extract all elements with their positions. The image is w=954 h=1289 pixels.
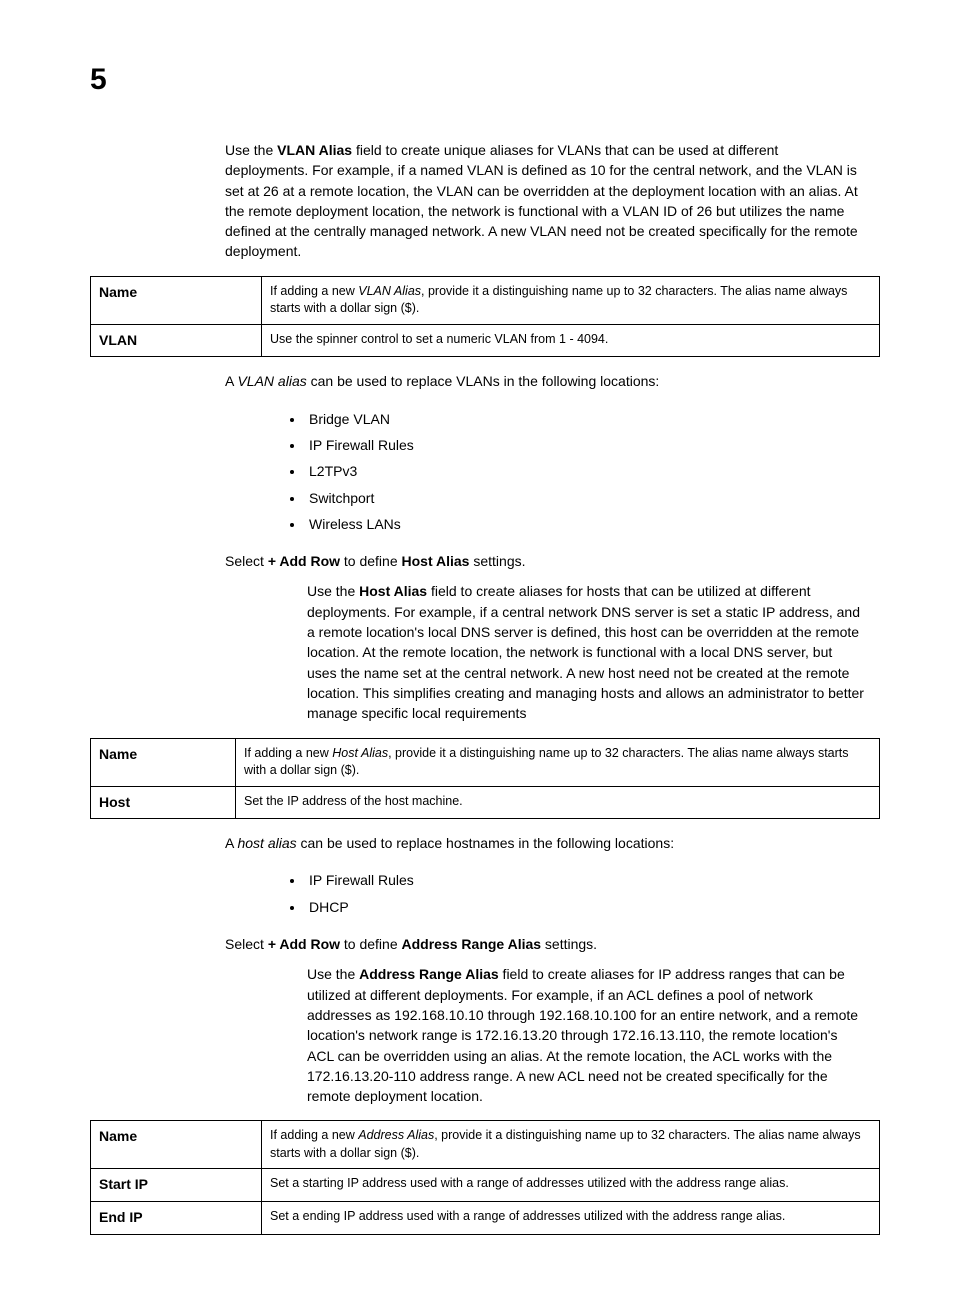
vlan-alias-intro: Use the VLAN Alias field to create uniqu… <box>225 140 864 262</box>
text: Use the <box>307 966 359 982</box>
vlan-locations-list: Bridge VLAN IP Firewall Rules L2TPv3 Swi… <box>225 406 864 537</box>
list-item: IP Firewall Rules <box>305 432 864 458</box>
cell-desc-vlan: Use the spinner control to set a numeric… <box>262 324 880 357</box>
content-body: Use the VLAN Alias field to create uniqu… <box>225 140 864 1235</box>
text-italic: Host Alias <box>332 746 388 760</box>
page: 5 Use the VLAN Alias field to create uni… <box>0 0 954 1289</box>
list-item: Wireless LANs <box>305 511 864 537</box>
text: field to create aliases for hosts that c… <box>307 583 864 721</box>
cell-desc-start-ip: Set a starting IP address used with a ra… <box>262 1169 880 1202</box>
cell-label-end-ip: End IP <box>91 1201 262 1234</box>
text-italic: VLAN Alias <box>358 284 421 298</box>
address-range-select-line: Select + Add Row to define Address Range… <box>225 934 864 954</box>
text: to define <box>340 553 402 569</box>
text: to define <box>340 936 402 952</box>
text: can be used to replace VLANs in the foll… <box>307 373 660 389</box>
host-alias-select-line: Select + Add Row to define Host Alias se… <box>225 551 864 571</box>
list-item: Switchport <box>305 485 864 511</box>
host-locations-lead: A host alias can be used to replace host… <box>225 833 864 853</box>
chapter-number: 5 <box>90 58 107 102</box>
list-item: IP Firewall Rules <box>305 867 864 893</box>
text: Select <box>225 553 268 569</box>
host-alias-term: Host Alias <box>402 553 470 569</box>
list-item: DHCP <box>305 894 864 920</box>
text: Use the <box>307 583 359 599</box>
cell-label-vlan: VLAN <box>91 324 262 357</box>
text-italic: VLAN alias <box>237 373 306 389</box>
text: can be used to replace hostnames in the … <box>297 835 674 851</box>
text: settings. <box>469 553 525 569</box>
cell-desc-name: If adding a new Host Alias, provide it a… <box>236 738 880 786</box>
cell-desc-name: If adding a new Address Alias, provide i… <box>262 1121 880 1169</box>
address-range-alias-term: Address Range Alias <box>359 966 499 982</box>
table-row: Name If adding a new Host Alias, provide… <box>91 738 880 786</box>
cell-label-host: Host <box>91 786 236 819</box>
table-row: End IP Set a ending IP address used with… <box>91 1201 880 1234</box>
cell-label-name: Name <box>91 1121 262 1169</box>
text: settings. <box>541 936 597 952</box>
add-row-term: + Add Row <box>268 553 340 569</box>
cell-desc-host: Set the IP address of the host machine. <box>236 786 880 819</box>
cell-label-start-ip: Start IP <box>91 1169 262 1202</box>
text: field to create unique aliases for VLANs… <box>225 142 858 259</box>
host-alias-table: Name If adding a new Host Alias, provide… <box>90 738 880 820</box>
text: Use the <box>225 142 277 158</box>
address-range-intro: Use the Address Range Alias field to cre… <box>225 964 864 1106</box>
table-row: VLAN Use the spinner control to set a nu… <box>91 324 880 357</box>
add-row-term: + Add Row <box>268 936 340 952</box>
host-locations-list: IP Firewall Rules DHCP <box>225 867 864 920</box>
table-row: Start IP Set a starting IP address used … <box>91 1169 880 1202</box>
host-alias-intro: Use the Host Alias field to create alias… <box>225 581 864 723</box>
vlan-locations-lead: A VLAN alias can be used to replace VLAN… <box>225 371 864 391</box>
cell-desc-name: If adding a new VLAN Alias, provide it a… <box>262 276 880 324</box>
cell-desc-end-ip: Set a ending IP address used with a rang… <box>262 1201 880 1234</box>
address-range-table: Name If adding a new Address Alias, prov… <box>90 1120 880 1234</box>
text-italic: Address Alias <box>358 1128 434 1142</box>
text-italic: host alias <box>237 835 296 851</box>
text: If adding a new <box>270 1128 358 1142</box>
cell-label-name: Name <box>91 276 262 324</box>
text: A <box>225 373 237 389</box>
text: Select <box>225 936 268 952</box>
table-row: Name If adding a new Address Alias, prov… <box>91 1121 880 1169</box>
vlan-alias-term: VLAN Alias <box>277 142 352 158</box>
address-range-alias-term: Address Range Alias <box>402 936 542 952</box>
table-row: Host Set the IP address of the host mach… <box>91 786 880 819</box>
cell-label-name: Name <box>91 738 236 786</box>
host-alias-term: Host Alias <box>359 583 427 599</box>
text: field to create aliases for IP address r… <box>307 966 858 1104</box>
text: A <box>225 835 237 851</box>
text: If adding a new <box>270 284 358 298</box>
text: If adding a new <box>244 746 332 760</box>
list-item: Bridge VLAN <box>305 406 864 432</box>
list-item: L2TPv3 <box>305 458 864 484</box>
vlan-alias-table: Name If adding a new VLAN Alias, provide… <box>90 276 880 358</box>
table-row: Name If adding a new VLAN Alias, provide… <box>91 276 880 324</box>
